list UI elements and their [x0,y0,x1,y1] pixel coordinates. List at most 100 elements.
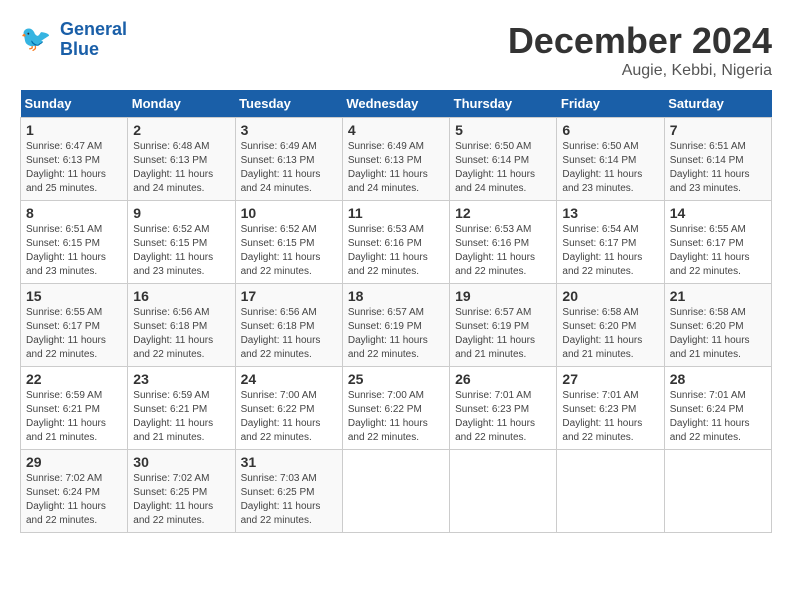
day-number: 1 [26,122,122,138]
day-info: Sunrise: 6:49 AM Sunset: 6:13 PM Dayligh… [241,140,337,196]
day-info: Sunrise: 6:58 AM Sunset: 6:20 PM Dayligh… [670,306,766,362]
day-number: 31 [241,454,337,470]
day-cell-31: 31Sunrise: 7:03 AM Sunset: 6:25 PM Dayli… [235,450,342,533]
day-cell-15: 15 Sunrise: 6:55 AM Sunset: 6:17 PM Dayli… [21,284,128,367]
day-number: 5 [455,122,551,138]
day-info: Sunrise: 7:01 AM Sunset: 6:23 PM Dayligh… [455,389,551,445]
day-info: Sunrise: 6:48 AM Sunset: 6:13 PM Dayligh… [133,140,229,196]
day-cell-26: 26 Sunrise: 7:01 AM Sunset: 6:23 PM Dayli… [450,367,557,450]
day-number: 26 [455,371,551,387]
day-cell-12: 12 Sunrise: 6:53 AM Sunset: 6:16 PM Dayli… [450,201,557,284]
week-row-2: 8 Sunrise: 6:51 AM Sunset: 6:15 PM Daylig… [21,201,772,284]
location: Augie, Kebbi, Nigeria [508,62,772,80]
day-number: 16 [133,288,229,304]
day-number: 10 [241,205,337,221]
day-info: Sunrise: 6:56 AM Sunset: 6:18 PM Dayligh… [133,306,229,362]
empty-cell [450,450,557,533]
day-info: Sunrise: 6:55 AM Sunset: 6:17 PM Dayligh… [26,306,122,362]
day-cell-29: 29Sunrise: 7:02 AM Sunset: 6:24 PM Dayli… [21,450,128,533]
day-info: Sunrise: 7:02 AM Sunset: 6:24 PM Dayligh… [26,472,122,528]
month-title: December 2024 [508,20,772,62]
day-number: 22 [26,371,122,387]
day-cell-6: 6 Sunrise: 6:50 AM Sunset: 6:14 PM Daylig… [557,118,664,201]
day-cell-24: 24Sunrise: 7:00 AM Sunset: 6:22 PM Dayli… [235,367,342,450]
day-cell-25: 25Sunrise: 7:00 AM Sunset: 6:22 PM Dayli… [342,367,449,450]
day-cell-10: 10Sunrise: 6:52 AM Sunset: 6:15 PM Dayli… [235,201,342,284]
day-cell-17: 17 Sunrise: 6:56 AM Sunset: 6:18 PM Dayli… [235,284,342,367]
day-cell-30: 30Sunrise: 7:02 AM Sunset: 6:25 PM Dayli… [128,450,235,533]
day-info: Sunrise: 6:52 AM Sunset: 6:15 PM Dayligh… [133,223,229,279]
day-number: 28 [670,371,766,387]
day-number: 20 [562,288,658,304]
day-number: 6 [562,122,658,138]
day-info: Sunrise: 6:54 AM Sunset: 6:17 PM Dayligh… [562,223,658,279]
week-row-5: 29Sunrise: 7:02 AM Sunset: 6:24 PM Dayli… [21,450,772,533]
day-info: Sunrise: 6:59 AM Sunset: 6:21 PM Dayligh… [26,389,122,445]
day-info: Sunrise: 6:50 AM Sunset: 6:14 PM Dayligh… [562,140,658,196]
title-area: December 2024 Augie, Kebbi, Nigeria [508,20,772,80]
day-number: 4 [348,122,444,138]
logo-icon: 🐦 [20,22,56,58]
day-cell-9: 9 Sunrise: 6:52 AM Sunset: 6:15 PM Daylig… [128,201,235,284]
day-info: Sunrise: 6:58 AM Sunset: 6:20 PM Dayligh… [562,306,658,362]
day-cell-18: 18 Sunrise: 6:57 AM Sunset: 6:19 PM Dayli… [342,284,449,367]
day-cell-23: 23 Sunrise: 6:59 AM Sunset: 6:21 PM Dayli… [128,367,235,450]
day-cell-8: 8 Sunrise: 6:51 AM Sunset: 6:15 PM Daylig… [21,201,128,284]
calendar-header: SundayMondayTuesdayWednesdayThursdayFrid… [21,90,772,118]
day-cell-22: 22 Sunrise: 6:59 AM Sunset: 6:21 PM Dayli… [21,367,128,450]
day-cell-27: 27Sunrise: 7:01 AM Sunset: 6:23 PM Dayli… [557,367,664,450]
svg-text:🐦: 🐦 [20,25,51,53]
weekday-tuesday: Tuesday [235,90,342,118]
weekday-saturday: Saturday [664,90,771,118]
day-info: Sunrise: 6:55 AM Sunset: 6:17 PM Dayligh… [670,223,766,279]
day-number: 19 [455,288,551,304]
day-number: 23 [133,371,229,387]
weekday-header-row: SundayMondayTuesdayWednesdayThursdayFrid… [21,90,772,118]
logo-text: General Blue [60,20,127,60]
day-info: Sunrise: 6:47 AM Sunset: 6:13 PM Dayligh… [26,140,122,196]
day-number: 7 [670,122,766,138]
weekday-wednesday: Wednesday [342,90,449,118]
day-cell-13: 13 Sunrise: 6:54 AM Sunset: 6:17 PM Dayli… [557,201,664,284]
day-cell-19: 19Sunrise: 6:57 AM Sunset: 6:19 PM Dayli… [450,284,557,367]
day-number: 11 [348,205,444,221]
day-cell-11: 11 Sunrise: 6:53 AM Sunset: 6:16 PM Dayli… [342,201,449,284]
weekday-monday: Monday [128,90,235,118]
day-info: Sunrise: 6:56 AM Sunset: 6:18 PM Dayligh… [241,306,337,362]
day-number: 17 [241,288,337,304]
weekday-friday: Friday [557,90,664,118]
day-info: Sunrise: 6:57 AM Sunset: 6:19 PM Dayligh… [348,306,444,362]
day-info: Sunrise: 7:00 AM Sunset: 6:22 PM Dayligh… [348,389,444,445]
day-cell-28: 28Sunrise: 7:01 AM Sunset: 6:24 PM Dayli… [664,367,771,450]
empty-cell [664,450,771,533]
day-info: Sunrise: 7:00 AM Sunset: 6:22 PM Dayligh… [241,389,337,445]
day-info: Sunrise: 6:53 AM Sunset: 6:16 PM Dayligh… [455,223,551,279]
day-info: Sunrise: 6:51 AM Sunset: 6:15 PM Dayligh… [26,223,122,279]
day-info: Sunrise: 7:01 AM Sunset: 6:23 PM Dayligh… [562,389,658,445]
weekday-sunday: Sunday [21,90,128,118]
week-row-1: 1 Sunrise: 6:47 AM Sunset: 6:13 PM Daylig… [21,118,772,201]
empty-cell [557,450,664,533]
day-number: 9 [133,205,229,221]
page-header: 🐦 General Blue December 2024 Augie, Kebb… [20,20,772,80]
day-number: 8 [26,205,122,221]
day-number: 15 [26,288,122,304]
weekday-thursday: Thursday [450,90,557,118]
day-number: 12 [455,205,551,221]
day-info: Sunrise: 6:53 AM Sunset: 6:16 PM Dayligh… [348,223,444,279]
day-cell-21: 21 Sunrise: 6:58 AM Sunset: 6:20 PM Dayli… [664,284,771,367]
day-number: 3 [241,122,337,138]
week-row-3: 15 Sunrise: 6:55 AM Sunset: 6:17 PM Dayli… [21,284,772,367]
day-number: 21 [670,288,766,304]
day-number: 18 [348,288,444,304]
day-cell-7: 7Sunrise: 6:51 AM Sunset: 6:14 PM Daylig… [664,118,771,201]
day-cell-16: 16 Sunrise: 6:56 AM Sunset: 6:18 PM Dayli… [128,284,235,367]
day-info: Sunrise: 6:59 AM Sunset: 6:21 PM Dayligh… [133,389,229,445]
empty-cell [342,450,449,533]
day-number: 14 [670,205,766,221]
calendar-table: SundayMondayTuesdayWednesdayThursdayFrid… [20,90,772,533]
day-cell-14: 14 Sunrise: 6:55 AM Sunset: 6:17 PM Dayli… [664,201,771,284]
day-number: 13 [562,205,658,221]
day-cell-2: 2Sunrise: 6:48 AM Sunset: 6:13 PM Daylig… [128,118,235,201]
calendar-body: 1 Sunrise: 6:47 AM Sunset: 6:13 PM Daylig… [21,118,772,533]
